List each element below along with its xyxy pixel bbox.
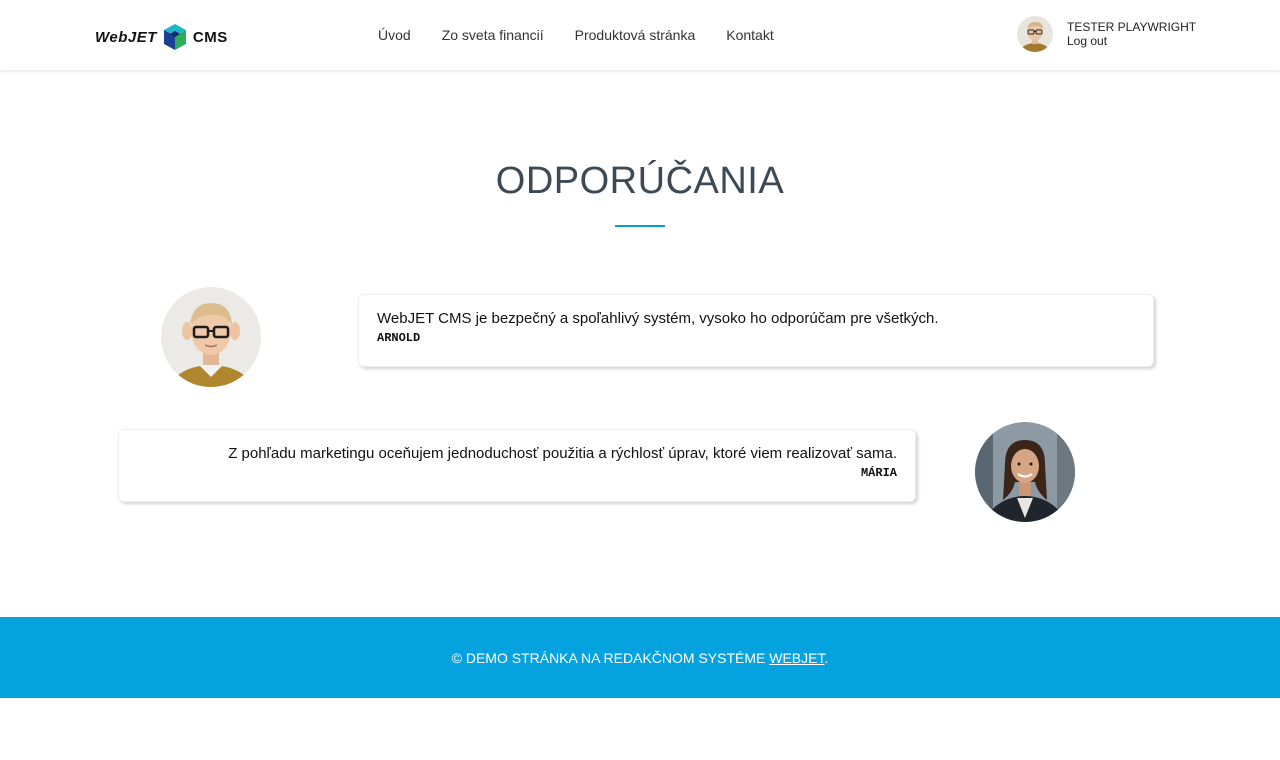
nav-item-produktova-stranka[interactable]: Produktová stránka xyxy=(575,27,696,43)
site-header: WebJET CMS Úvod Zo sveta financií Produk… xyxy=(0,0,1280,70)
site-logo[interactable]: WebJET CMS xyxy=(95,22,228,52)
testimonial-quote: Z pohľadu marketingu oceňujem jednoducho… xyxy=(228,445,897,462)
testimonial-card-maria: Z pohľadu marketingu oceňujem jednoducho… xyxy=(118,429,916,502)
user-avatar[interactable] xyxy=(1017,16,1053,52)
testimonial-photo-maria xyxy=(975,422,1075,522)
logo-cms-text: CMS xyxy=(192,28,228,46)
testimonial-photo-arnold xyxy=(161,287,261,387)
user-panel: TESTER PLAYWRIGHT Log out xyxy=(1017,16,1196,52)
nav-item-kontakt[interactable]: Kontakt xyxy=(726,27,773,43)
testimonial-author: ARNOLD xyxy=(377,331,421,345)
logo-cube-icon xyxy=(163,24,186,50)
user-name: TESTER PLAYWRIGHT xyxy=(1067,20,1197,34)
footer-suffix: . xyxy=(824,649,829,666)
footer-webjet-link[interactable]: WEBJET xyxy=(769,650,824,666)
logout-link[interactable]: Log out xyxy=(1067,34,1196,48)
testimonial-card-arnold: WebJET CMS je bezpečný a spoľahlivý syst… xyxy=(358,294,1154,367)
user-info: TESTER PLAYWRIGHT Log out xyxy=(1067,20,1196,48)
nav-item-uvod[interactable]: Úvod xyxy=(378,27,411,43)
testimonial-author: MÁRIA xyxy=(860,466,897,480)
footer-text: © DEMO STRÁNKA NA REDAKČNOM SYSTÉME WEBJ… xyxy=(452,650,829,666)
footer-copyright: © DEMO STRÁNKA NA REDAKČNOM SYSTÉME xyxy=(451,649,770,666)
site-footer: © DEMO STRÁNKA NA REDAKČNOM SYSTÉME WEBJ… xyxy=(0,617,1280,698)
main-nav: Úvod Zo sveta financií Produktová stránk… xyxy=(378,0,774,70)
nav-item-zo-sveta-financii[interactable]: Zo sveta financií xyxy=(442,27,544,43)
title-underline xyxy=(615,225,665,227)
logo-webjet-text: WebJET xyxy=(95,28,157,46)
page-title: ODPORÚČANIA xyxy=(495,160,785,202)
testimonial-quote: WebJET CMS je bezpečný a spoľahlivý syst… xyxy=(377,310,939,327)
